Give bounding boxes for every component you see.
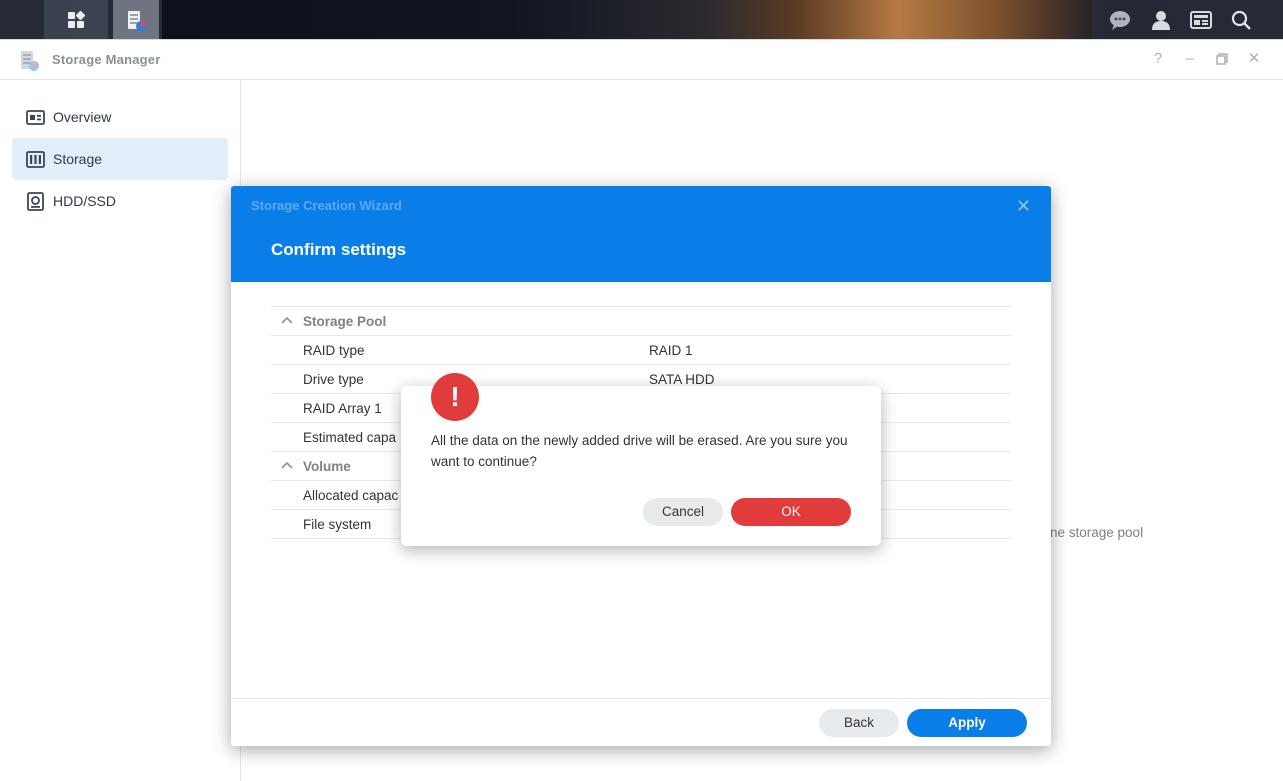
row-key: Estimated capa [303, 430, 397, 445]
help-button[interactable]: ? [1149, 50, 1167, 68]
row-key: RAID Array 1 [303, 401, 382, 416]
close-icon: ✕ [1015, 196, 1031, 216]
wizard-subtitle: Storage Creation Wizard [251, 198, 402, 213]
user-button[interactable] [1139, 0, 1183, 39]
hdd-icon [27, 191, 44, 211]
chevron-up-icon [281, 316, 293, 324]
sidebar-item-overview[interactable]: Overview [12, 96, 228, 138]
sidebar-item-storage[interactable]: Storage [12, 138, 228, 180]
row-key: Drive type [303, 372, 364, 387]
row-value: RAID 1 [649, 343, 693, 358]
erase-warning-dialog: ! All the data on the newly added drive … [401, 373, 881, 546]
wizard-header: Storage Creation Wizard ✕ Confirm settin… [231, 186, 1051, 282]
sidebar: Overview Storage HDD/SSD [0, 80, 241, 781]
chat-button[interactable] [1098, 0, 1142, 39]
storage-manager-taskbar-button[interactable] [113, 0, 159, 39]
minimize-button[interactable]: – [1181, 50, 1199, 68]
overview-icon [26, 109, 45, 125]
search-icon [1231, 10, 1251, 30]
storage-icon [26, 150, 45, 168]
apply-button[interactable]: Apply [907, 709, 1027, 737]
close-window-button[interactable]: ✕ [1245, 50, 1263, 68]
window-title: Storage Manager [52, 52, 161, 67]
search-button[interactable] [1219, 0, 1263, 39]
wizard-title: Confirm settings [271, 240, 407, 259]
storage-manager-app-icon [21, 51, 39, 71]
sidebar-item-label: Storage [53, 151, 103, 167]
background-hint-text: ne storage pool [1050, 525, 1144, 540]
window-header: Storage Manager ? – ✕ [0, 40, 1283, 80]
table-row: RAID type RAID 1 [271, 336, 1011, 365]
minimize-icon: – [1185, 50, 1195, 67]
row-value: SATA HDD [649, 372, 715, 387]
warning-icon: ! [431, 373, 479, 421]
row-key: RAID type [303, 343, 365, 358]
grid-icon [68, 10, 86, 28]
storage-pool-label: Storage Pool [303, 314, 387, 329]
ok-button[interactable]: OK [731, 498, 851, 526]
cancel-button[interactable]: Cancel [643, 498, 723, 526]
back-button[interactable]: Back [819, 709, 899, 737]
volume-label: Volume [303, 459, 351, 474]
sidebar-item-label: Overview [53, 109, 112, 125]
chevron-up-icon [281, 461, 293, 469]
restore-icon [1216, 53, 1228, 65]
row-key: Allocated capac [303, 488, 399, 503]
widgets-icon [1190, 10, 1212, 29]
sidebar-item-label: HDD/SSD [53, 193, 117, 209]
user-icon [1152, 10, 1170, 30]
close-icon: ✕ [1247, 50, 1261, 67]
help-icon: ? [1153, 50, 1163, 67]
widgets-button[interactable] [1179, 0, 1223, 39]
sidebar-item-hdd-ssd[interactable]: HDD/SSD [12, 180, 228, 222]
storage-manager-icon [128, 10, 146, 31]
wizard-footer: Back Apply [231, 698, 1051, 746]
main-menu-button[interactable] [44, 0, 108, 39]
wizard-close-button[interactable]: ✕ [1016, 196, 1031, 217]
chat-icon [1110, 10, 1130, 30]
storage-pool-group-row[interactable]: Storage Pool [271, 307, 1011, 336]
alert-message: All the data on the newly added drive wi… [431, 433, 848, 469]
taskbar [0, 0, 1283, 39]
restore-button[interactable] [1213, 50, 1231, 68]
row-key: File system [303, 517, 372, 532]
